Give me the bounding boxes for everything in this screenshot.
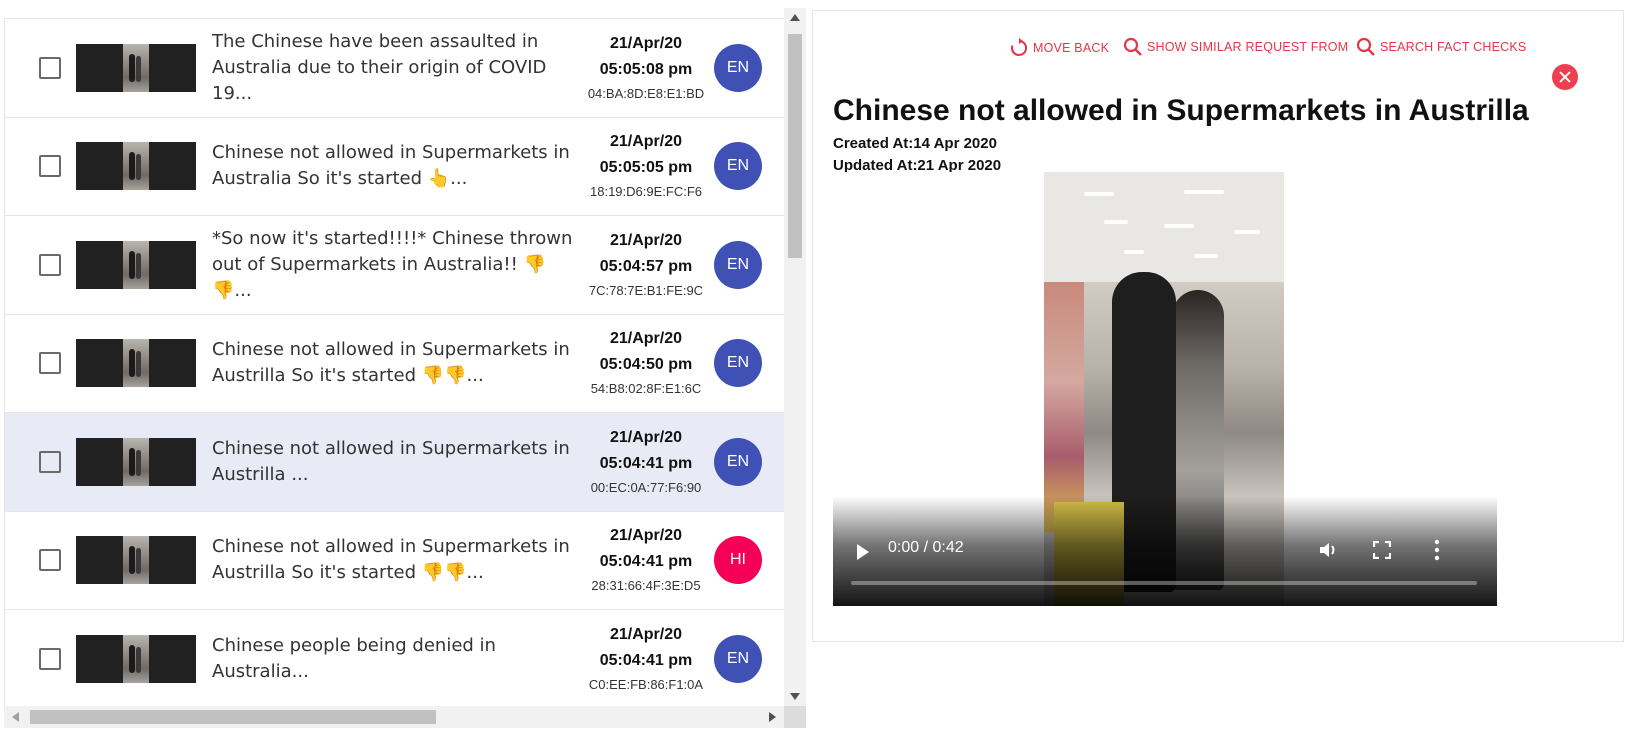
video-thumbnail[interactable] xyxy=(76,339,196,388)
search-fact-checks-button[interactable]: SEARCH FACT CHECKS xyxy=(1356,37,1526,57)
list-item[interactable]: The Chinese have been assaulted in Austr… xyxy=(5,19,784,118)
row-checkbox[interactable] xyxy=(39,56,61,79)
row-checkbox[interactable] xyxy=(39,253,61,276)
row-time: 05:04:50 pm xyxy=(599,356,693,374)
detail-toolbar: MOVE BACK SHOW SIMILAR REQUEST FROM SEAR… xyxy=(813,37,1623,90)
message-list: The Chinese have been assaulted in Austr… xyxy=(4,18,784,706)
list-item[interactable]: Chinese not allowed in Supermarkets in A… xyxy=(5,511,784,610)
play-icon[interactable] xyxy=(857,544,869,560)
row-date: 21/Apr/20 xyxy=(609,625,683,643)
fullscreen-icon[interactable] xyxy=(1373,541,1391,559)
horizontal-scrollbar[interactable] xyxy=(4,706,784,728)
row-title[interactable]: *So now it's started!!!!* Chinese thrown… xyxy=(212,226,582,304)
language-badge: EN xyxy=(714,437,762,486)
show-similar-label: SHOW SIMILAR REQUEST FROM xyxy=(1147,40,1349,54)
language-badge: EN xyxy=(714,43,762,92)
scroll-up-arrow-icon[interactable] xyxy=(790,14,800,21)
row-meta: 21/Apr/20 05:04:57 pm 7C:78:7E:B1:FE:9C xyxy=(581,228,711,302)
video-progress-bar[interactable] xyxy=(851,581,1477,585)
row-device-id: 28:31:66:4F:3E:D5 xyxy=(591,578,701,594)
language-badge: EN xyxy=(714,634,762,683)
row-date: 21/Apr/20 xyxy=(609,330,683,348)
list-item[interactable]: Chinese not allowed in Supermarkets in A… xyxy=(5,117,784,216)
row-device-id: 00:EC:0A:77:F6:90 xyxy=(590,479,702,495)
row-device-id: 04:BA:8D:E8:E1:BD xyxy=(587,85,705,101)
move-back-button[interactable]: MOVE BACK xyxy=(1009,37,1109,59)
language-badge: HI xyxy=(714,536,762,585)
row-date: 21/Apr/20 xyxy=(609,133,683,151)
row-checkbox[interactable] xyxy=(39,450,61,473)
show-similar-button[interactable]: SHOW SIMILAR REQUEST FROM xyxy=(1123,37,1348,57)
scroll-left-arrow-icon[interactable] xyxy=(12,712,19,722)
row-meta: 21/Apr/20 05:04:41 pm C0:EE:FB:86:F1:0A xyxy=(581,622,711,696)
scroll-right-arrow-icon[interactable] xyxy=(769,712,776,722)
row-meta: 21/Apr/20 05:04:41 pm 00:EC:0A:77:F6:90 xyxy=(581,425,711,499)
detail-panel: MOVE BACK SHOW SIMILAR REQUEST FROM SEAR… xyxy=(812,10,1624,642)
video-thumbnail[interactable] xyxy=(76,536,196,585)
volume-icon[interactable] xyxy=(1317,539,1339,561)
scroll-down-arrow-icon[interactable] xyxy=(790,693,800,700)
search-icon xyxy=(1123,37,1142,56)
row-time: 05:04:41 pm xyxy=(599,651,693,669)
row-date: 21/Apr/20 xyxy=(609,34,683,52)
row-time: 05:04:41 pm xyxy=(599,553,693,571)
list-item[interactable]: Chinese not allowed in Supermarkets in A… xyxy=(5,413,784,512)
video-time: 0:00 / 0:42 xyxy=(888,539,964,556)
video-controls: 0:00 / 0:42 xyxy=(833,496,1497,606)
language-badge: EN xyxy=(714,142,762,191)
row-time: 05:05:08 pm xyxy=(599,60,693,78)
row-device-id: 54:B8:02:8F:E1:6C xyxy=(590,381,702,397)
row-title[interactable]: Chinese people being denied in Australia… xyxy=(212,633,582,685)
more-options-icon[interactable] xyxy=(1427,538,1447,562)
vertical-scroll-thumb[interactable] xyxy=(788,34,802,258)
row-checkbox[interactable] xyxy=(39,647,61,670)
close-icon[interactable] xyxy=(1552,64,1578,90)
row-device-id: C0:EE:FB:86:F1:0A xyxy=(588,676,704,692)
row-checkbox[interactable] xyxy=(39,549,61,572)
row-meta: 21/Apr/20 05:05:05 pm 18:19:D6:9E:FC:F6 xyxy=(581,129,711,203)
video-thumbnail[interactable] xyxy=(76,43,196,92)
created-at: Created At:14 Apr 2020 xyxy=(833,135,997,152)
video-thumbnail[interactable] xyxy=(76,634,196,683)
search-fact-checks-label: SEARCH FACT CHECKS xyxy=(1380,40,1527,54)
row-title[interactable]: Chinese not allowed in Supermarkets in A… xyxy=(212,337,582,389)
row-meta: 21/Apr/20 05:05:08 pm 04:BA:8D:E8:E1:BD xyxy=(581,31,711,105)
vertical-scrollbar[interactable] xyxy=(784,8,806,706)
video-thumbnail[interactable] xyxy=(76,240,196,289)
row-meta: 21/Apr/20 05:04:41 pm 28:31:66:4F:3E:D5 xyxy=(581,523,711,597)
list-item[interactable]: Chinese people being denied in Australia… xyxy=(5,610,784,706)
horizontal-scroll-thumb[interactable] xyxy=(30,710,436,724)
row-device-id: 7C:78:7E:B1:FE:9C xyxy=(588,282,704,298)
row-time: 05:04:41 pm xyxy=(599,454,693,472)
row-device-id: 18:19:D6:9E:FC:F6 xyxy=(590,184,702,200)
video-player[interactable]: 0:00 / 0:42 xyxy=(833,172,1497,606)
message-list-panel: The Chinese have been assaulted in Austr… xyxy=(0,0,806,733)
row-checkbox[interactable] xyxy=(39,155,61,178)
video-thumbnail[interactable] xyxy=(76,142,196,191)
row-date: 21/Apr/20 xyxy=(609,428,683,446)
detail-title: Chinese not allowed in Supermarkets in A… xyxy=(833,94,1529,127)
detail-meta: Created At:14 Apr 2020 Updated At:21 Apr… xyxy=(833,133,1001,177)
row-title[interactable]: Chinese not allowed in Supermarkets in A… xyxy=(212,534,582,586)
row-date: 21/Apr/20 xyxy=(609,231,683,249)
row-title[interactable]: Chinese not allowed in Supermarkets in A… xyxy=(212,436,582,488)
row-meta: 21/Apr/20 05:04:50 pm 54:B8:02:8F:E1:6C xyxy=(581,326,711,400)
row-title[interactable]: The Chinese have been assaulted in Austr… xyxy=(212,29,582,107)
search-icon xyxy=(1356,37,1375,56)
scrollbar-corner xyxy=(784,706,806,728)
row-time: 05:05:05 pm xyxy=(599,159,693,177)
list-item[interactable]: Chinese not allowed in Supermarkets in A… xyxy=(5,314,784,413)
row-title[interactable]: Chinese not allowed in Supermarkets in A… xyxy=(212,140,582,192)
list-item[interactable]: *So now it's started!!!!* Chinese thrown… xyxy=(5,216,784,315)
language-badge: EN xyxy=(714,339,762,388)
row-date: 21/Apr/20 xyxy=(609,527,683,545)
video-thumbnail[interactable] xyxy=(76,437,196,486)
row-checkbox[interactable] xyxy=(39,352,61,375)
language-badge: EN xyxy=(714,240,762,289)
refresh-icon xyxy=(1011,38,1028,56)
row-time: 05:04:57 pm xyxy=(599,257,693,275)
move-back-label: MOVE BACK xyxy=(1033,41,1110,55)
